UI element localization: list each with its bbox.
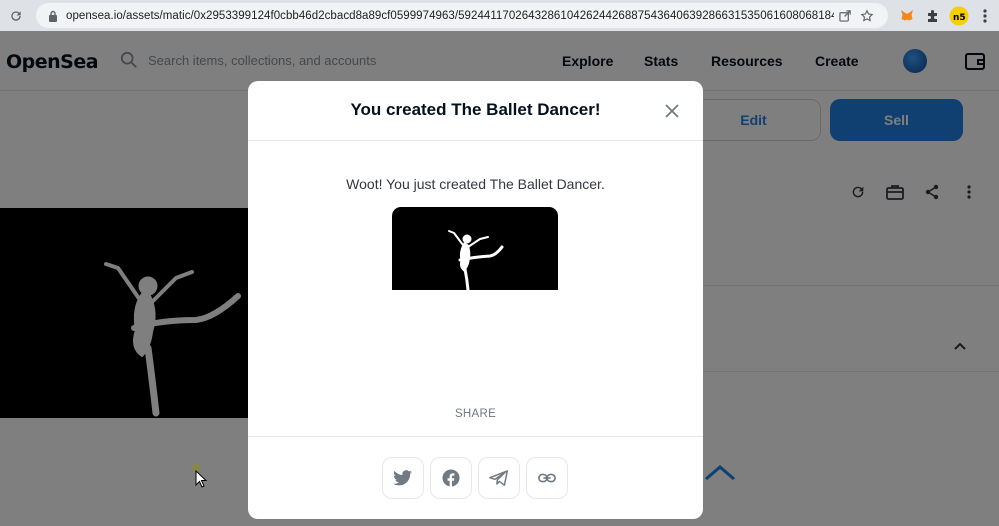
twitter-share-button[interactable] — [382, 457, 424, 499]
link-icon — [538, 473, 556, 483]
bookmark-star-icon[interactable] — [856, 5, 878, 27]
mouse-cursor-icon — [192, 464, 208, 488]
share-label: SHARE — [454, 408, 497, 420]
creation-success-modal: You created The Ballet Dancer! Woot! You… — [248, 81, 703, 519]
address-bar[interactable]: opensea.io/assets/matic/0x2953399124f0cb… — [36, 3, 888, 28]
modal-header: You created The Ballet Dancer! — [248, 81, 703, 141]
created-nft-preview-image — [392, 207, 558, 290]
profile-avatar-icon[interactable]: n5 — [948, 5, 970, 27]
divider — [248, 436, 703, 437]
svg-text:n5: n5 — [953, 13, 966, 23]
twitter-icon — [393, 469, 413, 485]
success-message: Woot! You just created The Ballet Dancer… — [346, 176, 605, 192]
close-icon[interactable] — [662, 101, 682, 121]
copy-link-button[interactable] — [526, 457, 568, 499]
facebook-share-button[interactable] — [430, 457, 472, 499]
url-text: opensea.io/assets/matic/0x2953399124f0cb… — [66, 9, 834, 22]
telegram-icon — [489, 469, 509, 486]
share-page-icon[interactable] — [834, 5, 856, 27]
telegram-share-button[interactable] — [478, 457, 520, 499]
browser-toolbar: opensea.io/assets/matic/0x2953399124f0cb… — [0, 0, 999, 31]
extensions-puzzle-icon[interactable] — [922, 5, 944, 27]
lock-icon — [46, 9, 60, 23]
modal-title: You created The Ballet Dancer! — [350, 100, 601, 119]
metamask-icon[interactable] — [896, 5, 918, 27]
browser-menu-icon[interactable] — [974, 5, 996, 27]
reload-icon[interactable] — [0, 0, 31, 31]
facebook-icon — [442, 469, 460, 487]
